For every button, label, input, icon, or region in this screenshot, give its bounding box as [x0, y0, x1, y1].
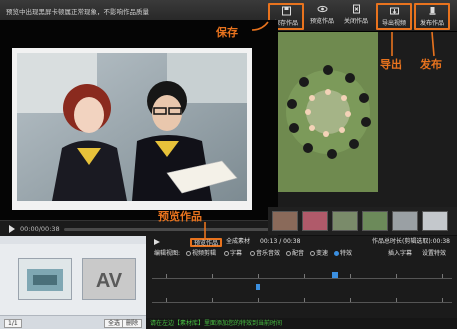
arrow-to-publish	[431, 31, 435, 57]
annotation-arrows	[204, 21, 435, 238]
arrow-to-save	[251, 21, 269, 31]
